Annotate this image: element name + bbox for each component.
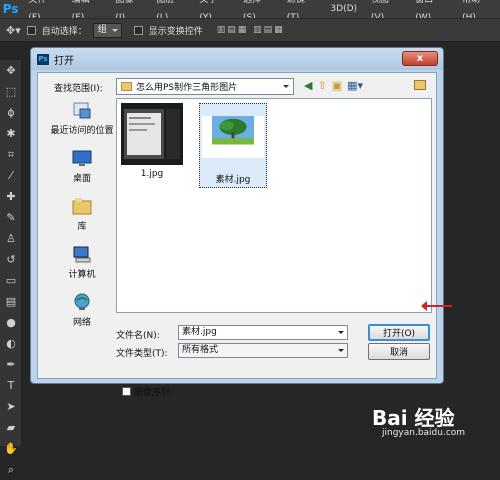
eraser-icon[interactable]: ▭ — [0, 270, 22, 291]
libraries-icon — [72, 198, 92, 215]
file-name-label: 文件名(N): — [116, 331, 160, 341]
place-libraries[interactable]: 库 — [50, 196, 114, 232]
file-name: 1.jpg — [140, 169, 164, 179]
place-label: 网络 — [72, 318, 91, 328]
place-label: 库 — [77, 222, 87, 232]
move-tool-preset-icon[interactable]: ✥▾ — [6, 24, 21, 37]
dialog-body: 查找范围(I): 怎么用PS制作三角形图片 ◀ ⇧ ▣ ▦▾ 最近访问的位置 桌… — [37, 72, 437, 398]
place-label: 计算机 — [68, 270, 96, 280]
open-dialog: Ps 打开 x 查找范围(I): 怎么用PS制作三角形图片 ◀ ⇧ ▣ ▦▾ 最… — [30, 47, 444, 398]
place-label: 最近访问的位置 — [50, 126, 114, 136]
auto-select-label: 自动选择： — [41, 26, 87, 37]
back-icon[interactable]: ◀ — [304, 79, 312, 92]
chevron-down-icon — [338, 349, 344, 355]
look-in-label: 查找范围(I): — [54, 84, 103, 94]
crop-icon[interactable]: ⌗ — [0, 144, 22, 165]
desktop-icon — [72, 150, 92, 166]
file-type-label: 文件类型(T): — [116, 349, 168, 359]
dialog-titlebar[interactable]: Ps 打开 — [31, 48, 443, 70]
place-computer[interactable]: 计算机 — [50, 244, 114, 280]
file-name: 素材.jpg — [215, 175, 251, 185]
menu-bar: Ps 文件(F) 编辑(E) 图像(I) 图层(L) 文字(Y) 选择(S) 滤… — [0, 0, 500, 23]
cancel-button[interactable]: 取消 — [368, 343, 430, 360]
place-recent[interactable]: 最近访问的位置 — [50, 100, 114, 136]
look-in-select[interactable]: 怎么用PS制作三角形图片 — [116, 78, 294, 95]
image-sequence-option[interactable]: 图像序列 — [122, 385, 170, 398]
image-sequence-checkbox[interactable] — [122, 387, 131, 396]
file-type-select[interactable]: 所有格式 — [178, 343, 348, 358]
lasso-icon[interactable]: ϕ — [0, 102, 22, 123]
nav-toolbar: ◀ ⇧ ▣ ▦▾ — [304, 79, 363, 92]
close-button[interactable]: x — [402, 51, 438, 66]
baidu-url: jingyan.baidu.com — [382, 428, 466, 438]
place-desktop[interactable]: 桌面 — [50, 148, 114, 184]
image-thumbnail — [202, 116, 264, 158]
zoom-icon[interactable]: ⌕ — [0, 459, 22, 480]
open-button[interactable]: 打开(O) — [368, 324, 430, 341]
chevron-down-icon — [283, 85, 289, 91]
stamp-icon[interactable]: ♙ — [0, 228, 22, 249]
image-thumbnail — [121, 103, 183, 165]
file-name-field[interactable]: 素材.jpg — [178, 325, 348, 340]
recent-places-icon — [73, 102, 91, 119]
place-network[interactable]: 网络 — [50, 292, 114, 328]
marquee-icon[interactable]: ⬚ — [0, 81, 22, 102]
path-select-icon[interactable]: ➤ — [0, 396, 22, 417]
dodge-icon[interactable]: ◐ — [0, 333, 22, 354]
magic-wand-icon[interactable]: ✱ — [0, 123, 22, 144]
file-type-value: 所有格式 — [182, 345, 219, 355]
pen-icon[interactable]: ✒ — [0, 354, 22, 375]
auto-select-mode-select[interactable]: 组 — [92, 22, 122, 38]
type-icon[interactable]: T — [0, 375, 22, 396]
image-sequence-label: 图像序列 — [134, 388, 171, 398]
healing-icon[interactable]: ✚ — [0, 186, 22, 207]
menu-3d[interactable]: 3D(D) — [323, 0, 364, 18]
show-transform-checkbox[interactable] — [133, 25, 143, 35]
up-folder-icon[interactable]: ⇧ — [317, 79, 326, 92]
look-in-value: 怎么用PS制作三角形图片 — [136, 83, 238, 93]
align-icons[interactable]: ▥▤▦ ▥▤▦ — [217, 25, 285, 35]
show-transform-label: 显示变换控件 — [148, 26, 203, 37]
create-folder-icon[interactable] — [414, 80, 426, 90]
photoshop-logo: Ps — [2, 2, 19, 16]
hand-icon[interactable]: ✋ — [0, 438, 22, 459]
auto-select-checkbox[interactable] — [26, 25, 36, 35]
chevron-down-icon — [338, 331, 344, 337]
options-bar: ✥▾ 自动选择： 组 显示变换控件 ▥▤▦ ▥▤▦ — [0, 18, 500, 42]
new-folder-icon[interactable]: ▣ — [332, 79, 342, 92]
pointer-arrow — [421, 301, 452, 311]
dialog-title: 打开 — [54, 55, 74, 67]
eyedropper-icon[interactable]: ⁄ — [0, 165, 22, 186]
shape-icon[interactable]: ▰ — [0, 417, 22, 438]
file-name-value: 素材.jpg — [182, 327, 217, 337]
file-list[interactable]: 1.jpg 素材.jpg — [116, 98, 432, 313]
file-item[interactable]: 1.jpg — [121, 103, 183, 179]
gradient-icon[interactable]: ▤ — [0, 291, 22, 312]
place-label: 桌面 — [72, 174, 91, 184]
view-menu-icon[interactable]: ▦▾ — [347, 79, 363, 92]
network-icon — [74, 293, 90, 310]
baidu-watermark: Bai 经验 — [372, 406, 455, 430]
places-bar: 最近访问的位置 桌面 库 计算机 网络 — [50, 100, 114, 328]
file-item-selected[interactable]: 素材.jpg — [199, 103, 267, 188]
history-brush-icon[interactable]: ↺ — [0, 249, 22, 270]
tools-panel: ✥ ⬚ ϕ ✱ ⌗ ⁄ ✚ ✎ ♙ ↺ ▭ ▤ ● ◐ ✒ T ➤ ▰ ✋ ⌕ — [0, 60, 22, 476]
brush-icon[interactable]: ✎ — [0, 207, 22, 228]
folder-icon — [121, 82, 132, 91]
computer-icon — [73, 246, 91, 263]
move-icon[interactable]: ✥ — [0, 60, 22, 81]
ps-app-icon: Ps — [37, 53, 49, 65]
blur-icon[interactable]: ● — [0, 312, 22, 333]
